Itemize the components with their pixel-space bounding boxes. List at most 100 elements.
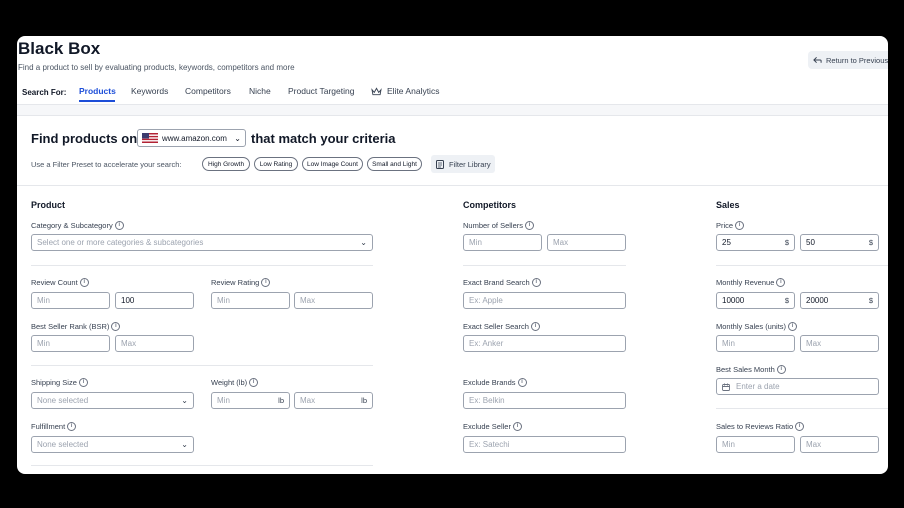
placeholder: Max [300,396,316,405]
divider [31,265,373,266]
info-icon[interactable]: i [525,221,535,230]
tab-products[interactable]: Products [79,86,116,96]
preset-chip-high-growth[interactable]: High Growth [202,157,250,171]
band [17,105,888,115]
placeholder: Ex: Anker [469,339,504,348]
ratio-max-input[interactable]: Max [800,436,879,453]
revenue-max-input[interactable]: 20000 $ [800,292,879,309]
price-max-input[interactable]: 50 $ [800,234,879,251]
tab-keywords[interactable]: Keywords [131,86,168,96]
price-label: Price i [716,221,745,230]
info-icon[interactable]: i [78,378,88,387]
weight-label: Weight (lb) i [211,378,259,387]
preset-chip-low-rating[interactable]: Low Rating [254,157,298,171]
divider [716,408,888,409]
info-icon[interactable]: i [249,378,259,387]
shipping-size-label-text: Shipping Size [31,378,77,387]
value: 20000 [806,296,829,305]
info-icon[interactable]: i [517,378,527,387]
marketplace-select[interactable]: www.amazon.com ⌄ [137,129,246,147]
sellers-max-input[interactable]: Max [547,234,626,251]
category-label-text: Category & Subcategory [31,221,113,230]
info-icon[interactable]: i [530,322,540,331]
brand-search-label: Exact Brand Search i [463,278,541,287]
info-icon[interactable]: i [79,278,89,287]
units-max-input[interactable]: Max [800,335,879,352]
chevron-down-icon: ⌄ [360,238,367,247]
bsr-max-input[interactable]: Max [115,335,194,352]
placeholder: Max [300,296,316,305]
category-select[interactable]: Select one or more categories & subcateg… [31,234,373,251]
preset-chip-low-image-count[interactable]: Low Image Count [302,157,363,171]
chevron-down-icon: ⌄ [181,440,188,449]
currency-suffix: $ [868,238,873,247]
info-icon[interactable]: i [67,422,77,431]
competitors-section-title: Competitors [463,200,517,210]
placeholder: Max [806,440,822,449]
value: 100 [121,296,135,305]
info-icon[interactable]: i [776,278,786,287]
weight-min-input[interactable]: Min lb [211,392,290,409]
best-month-label: Best Sales Month i [716,365,786,374]
bsr-label: Best Seller Rank (BSR) i [31,322,121,331]
divider [463,265,626,266]
category-placeholder: Select one or more categories & subcateg… [37,238,204,247]
sales-section-title: Sales [716,200,740,210]
placeholder: Max [553,238,569,247]
review-count-min-input[interactable]: Min [31,292,110,309]
info-icon[interactable]: i [111,322,121,331]
info-icon[interactable]: i [261,278,271,287]
ratio-min-input[interactable]: Min [716,436,795,453]
sellers-min-input[interactable]: Min [463,234,542,251]
filter-library-icon [436,159,444,169]
info-icon[interactable]: i [512,422,522,431]
review-count-max-input[interactable]: 100 [115,292,194,309]
tab-niche[interactable]: Niche [249,86,271,96]
exclude-seller-input[interactable]: Ex: Satechi [463,436,626,453]
divider [31,465,373,466]
review-rating-min-input[interactable]: Min [211,292,290,309]
app-window: Black Box Find a product to sell by eval… [17,36,888,474]
sellers-label: Number of Sellers i [463,221,535,230]
best-month-date-input[interactable]: Enter a date [716,378,879,395]
placeholder: Min [722,339,735,348]
seller-search-input[interactable]: Ex: Anker [463,335,626,352]
info-icon[interactable]: i [735,221,745,230]
fulfillment-select[interactable]: None selected ⌄ [31,436,194,453]
filter-library-button[interactable]: Filter Library [431,155,495,173]
info-icon[interactable]: i [531,278,541,287]
tab-product-targeting[interactable]: Product Targeting [288,86,354,96]
sellers-label-text: Number of Sellers [463,221,524,230]
us-flag-icon [142,133,158,143]
weight-max-input[interactable]: Max lb [294,392,373,409]
review-count-label: Review Count i [31,278,89,287]
info-icon[interactable]: i [776,365,786,374]
revenue-min-input[interactable]: 10000 $ [716,292,795,309]
tab-elite-analytics-label: Elite Analytics [387,86,440,96]
placeholder: Ex: Apple [469,296,503,305]
return-button[interactable]: Return to Previous [808,51,888,69]
info-icon[interactable]: i [114,221,124,230]
info-icon[interactable]: i [795,422,805,431]
divider [716,265,888,266]
revenue-label: Monthly Revenue i [716,278,786,287]
price-min-input[interactable]: 25 $ [716,234,795,251]
brand-search-input[interactable]: Ex: Apple [463,292,626,309]
find-heading-prefix: Find products on [31,131,138,146]
placeholder: Max [121,339,137,348]
exclude-seller-label-text: Exclude Seller [463,422,511,431]
value: 10000 [722,296,745,305]
chevron-down-icon: ⌄ [181,396,188,405]
exclude-brands-input[interactable]: Ex: Belkin [463,392,626,409]
shipping-size-select[interactable]: None selected ⌄ [31,392,194,409]
tab-elite-analytics[interactable]: Elite Analytics [371,86,439,96]
ratio-label-text: Sales to Reviews Ratio [716,422,794,431]
preset-chip-small-and-light[interactable]: Small and Light [367,157,422,171]
info-icon[interactable]: i [788,322,798,331]
tab-competitors[interactable]: Competitors [185,86,231,96]
bsr-min-input[interactable]: Min [31,335,110,352]
review-rating-max-input[interactable]: Max [294,292,373,309]
units-min-input[interactable]: Min [716,335,795,352]
currency-suffix: $ [868,296,873,305]
main-divider [17,115,888,116]
